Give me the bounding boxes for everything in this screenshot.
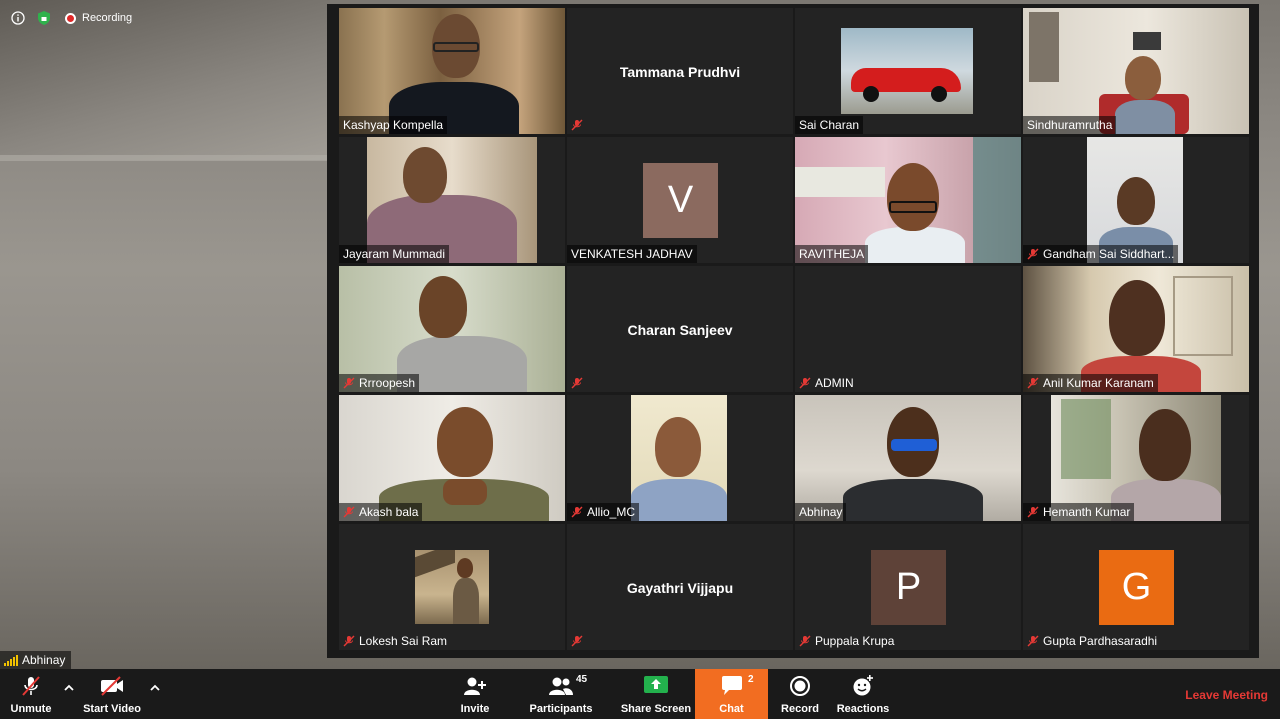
video-tile[interactable]: Gandham Sai Siddhart... [1023, 137, 1249, 263]
participants-button[interactable]: 45 Participants [528, 669, 594, 719]
mic-muted-icon [343, 377, 355, 389]
video-tile[interactable]: V VENKATESH JADHAV [567, 137, 793, 263]
video-tile[interactable]: RAVITHEJA [795, 137, 1021, 263]
gallery-view: Kashyap Kompella Tammana Prudhvi Sai Cha… [327, 4, 1259, 658]
participant-name-tag: RAVITHEJA [795, 245, 869, 263]
self-view-name-tag: Abhinay [0, 651, 72, 669]
invite-button[interactable]: Invite [450, 669, 500, 719]
participant-name-tag: Sindhuramrutha [1023, 116, 1117, 134]
mic-muted-icon [343, 506, 355, 518]
info-icon[interactable] [10, 10, 26, 26]
add-user-icon [464, 677, 486, 695]
mic-muted-icon [571, 506, 583, 518]
video-tile[interactable]: Kashyap Kompella [339, 8, 565, 134]
video-tile[interactable]: Sindhuramrutha [1023, 8, 1249, 134]
video-tile[interactable]: Jayaram Mummadi [339, 137, 565, 263]
self-view-name: Abhinay [22, 653, 66, 667]
video-tile[interactable]: Rrroopesh [339, 266, 565, 392]
video-tile[interactable]: ADMIN [795, 266, 1021, 392]
participant-name-tag: Abhinay [795, 503, 847, 521]
meeting-toolbar: Unmute Start Video Invite 45 Participant… [0, 669, 1280, 719]
participant-display-name: Gayathri Vijjapu [626, 580, 734, 596]
video-tile[interactable]: Gayathri Vijjapu [567, 524, 793, 650]
video-off-icon [101, 676, 123, 696]
participant-avatar: P [871, 550, 946, 625]
video-tile[interactable]: Charan Sanjeev [567, 266, 793, 392]
participant-name-tag: Jayaram Mummadi [339, 245, 450, 263]
participant-name-tag: VENKATESH JADHAV [567, 245, 697, 263]
participant-display-name: Charan Sanjeev [627, 322, 733, 338]
participant-avatar: V [643, 163, 718, 238]
share-screen-icon [644, 676, 668, 693]
mic-muted-icon [1027, 506, 1039, 518]
participant-name-tag: Hemanth Kumar [1023, 503, 1135, 521]
participant-avatar: G [1099, 550, 1174, 625]
participant-video [415, 550, 489, 624]
wall-edge [0, 155, 330, 161]
participant-name-tag: ADMIN [795, 374, 858, 392]
chat-bubble-icon [721, 676, 742, 695]
participant-name-tag: Kashyap Kompella [339, 116, 448, 134]
start-video-button[interactable]: Start Video [82, 669, 142, 719]
participant-name-tag: Gupta Pardhasaradhi [1023, 632, 1161, 650]
mic-muted-icon [1027, 635, 1039, 647]
video-tile[interactable]: G Gupta Pardhasaradhi [1023, 524, 1249, 650]
mic-muted-icon [1027, 248, 1039, 260]
unmute-button[interactable]: Unmute [6, 669, 56, 719]
reactions-button[interactable]: Reactions [836, 669, 890, 719]
mic-muted-icon [799, 377, 811, 389]
participant-name-tag: Allio_MC [567, 503, 640, 521]
mic-muted-icon [343, 635, 355, 647]
video-tile[interactable]: Tammana Prudhvi [567, 8, 793, 134]
chevron-up-icon[interactable] [148, 681, 162, 695]
recording-label: Recording [82, 12, 133, 24]
leave-meeting-button[interactable]: Leave Meeting [1185, 688, 1268, 702]
mic-muted-icon [1027, 377, 1039, 389]
participants-count: 45 [576, 674, 588, 685]
participant-name-tag: Rrroopesh [339, 374, 420, 392]
mic-muted-icon [22, 676, 40, 696]
chat-unread-count: 2 [748, 674, 754, 685]
mic-muted-icon [571, 635, 583, 647]
chat-button[interactable]: 2 Chat [695, 669, 768, 719]
video-tile[interactable]: Anil Kumar Karanam [1023, 266, 1249, 392]
participants-icon [549, 677, 573, 695]
mic-muted-icon [571, 119, 583, 131]
connection-signal-icon [4, 654, 18, 666]
mic-muted-icon [571, 377, 583, 389]
video-tile[interactable]: Sai Charan [795, 8, 1021, 134]
participant-display-name: Tammana Prudhvi [619, 64, 741, 80]
mic-muted-icon [799, 635, 811, 647]
video-tile-active-speaker[interactable]: Abhinay [795, 395, 1021, 521]
participant-video [841, 28, 973, 114]
participant-name-tag: Sai Charan [795, 116, 864, 134]
smiley-icon [853, 675, 873, 696]
participant-name-tag: Anil Kumar Karanam [1023, 374, 1158, 392]
video-tile[interactable]: Lokesh Sai Ram [339, 524, 565, 650]
video-tile[interactable]: Akash bala [339, 395, 565, 521]
participant-name-tag: Puppala Krupa [795, 632, 898, 650]
participant-video [631, 395, 727, 521]
chevron-up-icon[interactable] [62, 681, 76, 695]
video-tile[interactable]: P Puppala Krupa [795, 524, 1021, 650]
participant-name-tag: Akash bala [339, 503, 423, 521]
meeting-status-bar: Recording [10, 10, 132, 26]
record-icon [790, 676, 810, 696]
recording-icon[interactable] [62, 10, 78, 26]
video-tile[interactable]: Hemanth Kumar [1023, 395, 1249, 521]
encryption-shield-icon[interactable] [36, 10, 52, 26]
video-tile[interactable]: Allio_MC [567, 395, 793, 521]
record-button[interactable]: Record [778, 669, 822, 719]
participant-name-tag: Gandham Sai Siddhart... [1023, 245, 1179, 263]
participant-name-tag: Lokesh Sai Ram [339, 632, 451, 650]
share-screen-button[interactable]: Share Screen [620, 669, 692, 719]
